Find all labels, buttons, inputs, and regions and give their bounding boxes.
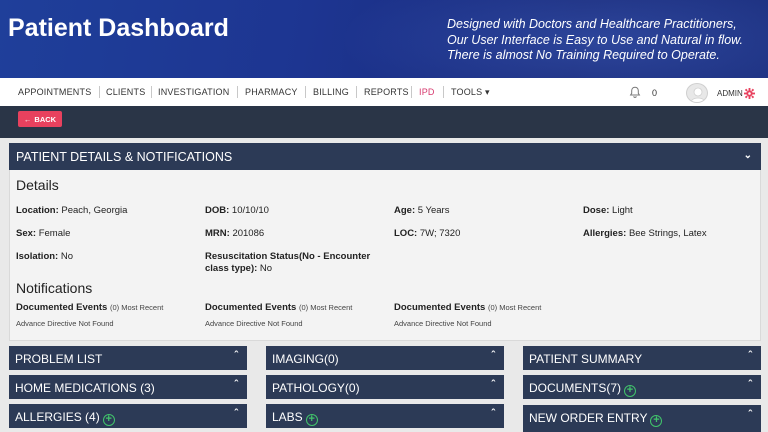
- field-dob: DOB: 10/10/10: [205, 205, 269, 216]
- chevron-up-icon[interactable]: ˆ: [748, 409, 752, 421]
- main-nav: APPOINTMENTS CLIENTS INVESTIGATION PHARM…: [0, 78, 768, 106]
- nav-item-pharmacy[interactable]: PHARMACY: [245, 87, 298, 97]
- field-dose: Dose: Light: [583, 205, 633, 216]
- gear-icon[interactable]: [744, 88, 755, 99]
- chevron-up-icon[interactable]: ˆ: [234, 379, 238, 391]
- chevron-up-icon[interactable]: ˆ: [491, 379, 495, 391]
- user-avatar-icon[interactable]: [686, 83, 708, 103]
- widget-problem-list[interactable]: PROBLEM LIST ˆ: [9, 346, 247, 370]
- notification-advance-directive: Advance Directive Not Found: [205, 319, 303, 328]
- chevron-up-icon[interactable]: ˆ: [491, 408, 495, 420]
- tagline-line: Our User Interface is Easy to Use and Na…: [447, 32, 743, 47]
- top-banner: Patient Dashboard Designed with Doctors …: [0, 0, 768, 78]
- chevron-up-icon[interactable]: ˆ: [491, 350, 495, 362]
- nav-item-appointments[interactable]: APPOINTMENTS: [18, 87, 91, 97]
- banner-tagline: Designed with Doctors and Healthcare Pra…: [447, 17, 763, 64]
- widget-labs[interactable]: LABS + ˆ: [266, 404, 504, 428]
- bell-icon[interactable]: [629, 86, 641, 98]
- notification-advance-directive: Advance Directive Not Found: [16, 319, 114, 328]
- field-mrn: MRN: 201086: [205, 228, 265, 239]
- chevron-up-icon[interactable]: ˆ: [748, 350, 752, 362]
- nav-item-tools[interactable]: TOOLS ▾: [451, 87, 490, 98]
- details-heading: Details: [16, 177, 59, 193]
- notification-documented-events: Documented Events (0) Most Recent: [205, 302, 353, 313]
- field-age: Age: 5 Years: [394, 205, 450, 216]
- notification-advance-directive: Advance Directive Not Found: [394, 319, 492, 328]
- back-button-label: BACK: [34, 114, 57, 124]
- widget-pathology[interactable]: PATHOLOGY(0) ˆ: [266, 375, 504, 399]
- plus-circle-icon[interactable]: +: [624, 385, 636, 397]
- plus-circle-icon[interactable]: +: [102, 414, 115, 426]
- chevron-up-icon[interactable]: ˆ: [748, 379, 752, 391]
- field-resuscitation-status: Resuscitation Status(No - Encounter clas…: [205, 251, 371, 274]
- widget-label: PATIENT SUMMARY: [529, 352, 643, 366]
- nav-divider: [151, 86, 152, 98]
- field-loc: LOC: 7W; 7320: [394, 228, 461, 239]
- widget-patient-summary[interactable]: PATIENT SUMMARY ˆ: [523, 346, 761, 370]
- nav-item-ipd[interactable]: IPD: [419, 87, 435, 97]
- nav-item-investigation[interactable]: INVESTIGATION: [158, 87, 229, 97]
- banner-title: Patient Dashboard: [8, 14, 229, 42]
- plus-circle-icon[interactable]: +: [650, 415, 663, 427]
- chevron-up-icon[interactable]: ˆ: [234, 350, 238, 362]
- admin-menu-label[interactable]: ADMIN: [717, 89, 743, 98]
- nav-item-clients[interactable]: CLIENTS: [106, 87, 145, 97]
- widget-label: ALLERGIES (4): [15, 410, 100, 424]
- widget-documents[interactable]: DOCUMENTS(7) + ˆ: [523, 375, 761, 399]
- notification-documented-events: Documented Events (0) Most Recent: [394, 302, 542, 313]
- notifications-heading: Notifications: [16, 280, 93, 296]
- widget-label: PATHOLOGY(0): [272, 381, 360, 395]
- panel-title: PATIENT DETAILS & NOTIFICATIONS: [16, 150, 233, 164]
- notification-documented-events: Documented Events (0) Most Recent: [16, 302, 164, 313]
- widget-label: HOME MEDICATIONS (3): [15, 381, 155, 395]
- field-allergies: Allergies: Bee Strings, Latex: [583, 228, 707, 239]
- nav-divider: [99, 86, 100, 98]
- action-bar: [0, 106, 768, 138]
- widget-imaging[interactable]: IMAGING(0) ˆ: [266, 346, 504, 370]
- nav-divider: [356, 86, 357, 98]
- patient-details-header[interactable]: PATIENT DETAILS & NOTIFICATIONS ⌄: [9, 143, 761, 170]
- widget-label: IMAGING(0): [272, 352, 339, 366]
- widget-home-medications[interactable]: HOME MEDICATIONS (3) ˆ: [9, 375, 247, 399]
- widget-label: LABS: [272, 410, 303, 424]
- chevron-down-icon[interactable]: ⌄: [744, 150, 752, 161]
- back-button[interactable]: ← BACK: [18, 111, 62, 127]
- nav-divider: [443, 86, 444, 98]
- nav-divider: [411, 86, 412, 98]
- field-sex: Sex: Female: [16, 228, 71, 239]
- notification-count: 0: [652, 88, 658, 98]
- nav-item-billing[interactable]: BILLING: [313, 87, 349, 97]
- nav-divider: [305, 86, 306, 98]
- widget-label: DOCUMENTS(7): [529, 381, 621, 395]
- widget-allergies[interactable]: ALLERGIES (4) + ˆ: [9, 404, 247, 428]
- widget-new-order-entry[interactable]: NEW ORDER ENTRY + ˆ: [523, 405, 761, 432]
- tagline-line: There is almost No Training Required to …: [447, 48, 720, 62]
- field-isolation: Isolation: No: [16, 251, 74, 262]
- widget-label: PROBLEM LIST: [15, 352, 103, 366]
- arrow-left-icon: ←: [23, 114, 32, 124]
- nav-item-reports[interactable]: REPORTS: [364, 87, 409, 97]
- nav-divider: [237, 86, 238, 98]
- plus-circle-icon[interactable]: +: [305, 414, 318, 426]
- tagline-line: Designed with Doctors and Healthcare Pra…: [447, 17, 737, 31]
- chevron-up-icon[interactable]: ˆ: [234, 408, 238, 420]
- field-location: Location: Peach, Georgia: [16, 205, 128, 216]
- widget-label: NEW ORDER ENTRY: [529, 411, 648, 425]
